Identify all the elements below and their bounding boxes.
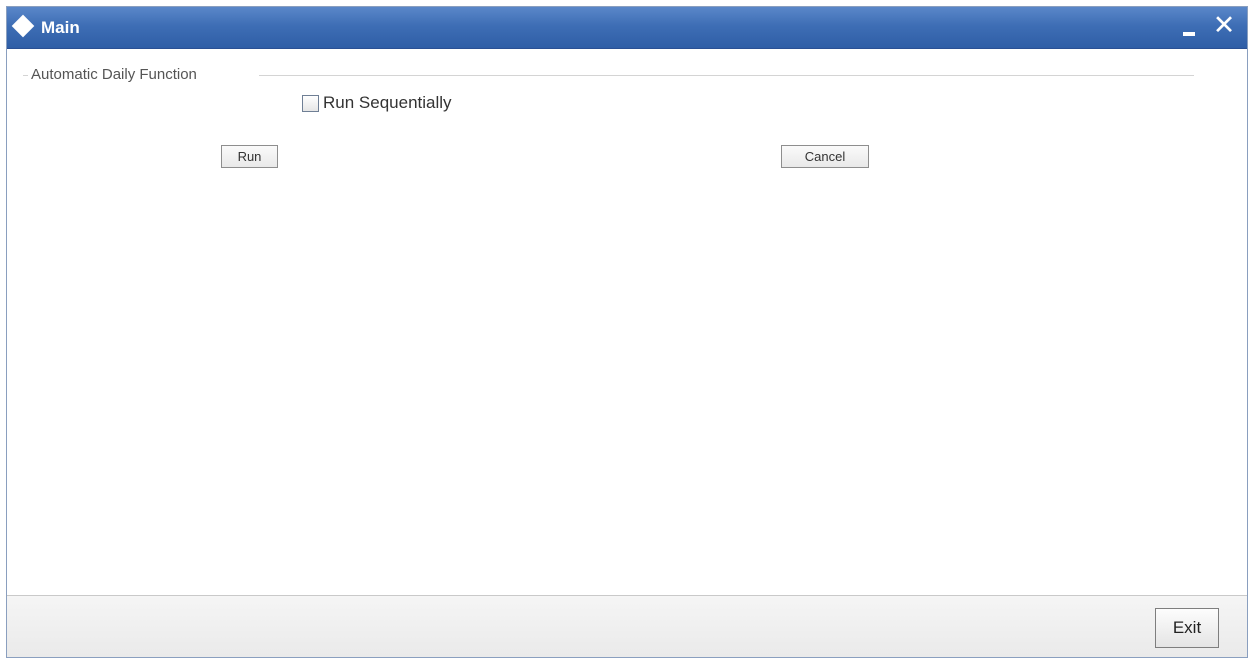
run-sequentially-checkbox[interactable] (302, 95, 319, 112)
run-button[interactable]: Run (221, 145, 278, 168)
exit-button[interactable]: Exit (1155, 608, 1219, 648)
diamond-icon (11, 14, 35, 38)
cancel-button[interactable]: Cancel (781, 145, 869, 168)
minimize-icon[interactable] (1179, 15, 1201, 39)
close-icon[interactable]: ✕ (1211, 11, 1237, 41)
fieldset-legend: Automatic Daily Function (29, 66, 199, 83)
title-bar[interactable]: Main ✕ (7, 7, 1247, 49)
main-window: Main ✕ Automatic Daily Function Run Sequ… (6, 6, 1248, 658)
fieldset-divider-right (259, 75, 1194, 76)
window-title: Main (41, 18, 80, 37)
run-sequentially-label[interactable]: Run Sequentially (323, 93, 452, 113)
fieldset-divider-left (23, 75, 28, 76)
footer-bar: Exit (7, 595, 1247, 657)
